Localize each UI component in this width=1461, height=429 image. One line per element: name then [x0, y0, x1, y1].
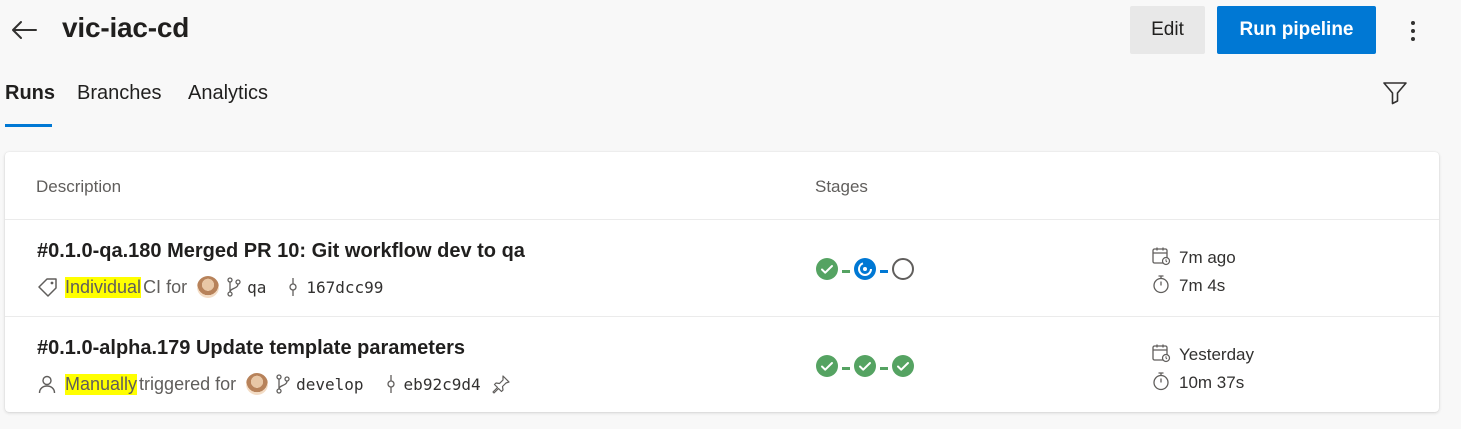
branch-icon [276, 374, 290, 394]
run-meta: Individual CI for qa 167dcc99 [37, 274, 383, 300]
stage-succeeded-icon[interactable] [815, 257, 839, 286]
avatar [197, 276, 220, 298]
branch-name[interactable]: develop [296, 375, 363, 394]
run-when: Yesterday [1179, 345, 1254, 364]
tag-icon [37, 277, 59, 297]
stage-indicators[interactable] [815, 257, 915, 286]
commit-id[interactable]: eb92c9d4 [404, 375, 481, 394]
run-meta: Manually triggered for develop eb92c9d4 [37, 371, 511, 397]
table-row[interactable]: #0.1.0-alpha.179 Update template paramet… [5, 316, 1439, 413]
run-title: #0.1.0-qa.180 Merged PR 10: Git workflow… [37, 240, 525, 262]
filter-icon[interactable] [1380, 78, 1410, 108]
trigger-text: triggered for [139, 373, 237, 394]
calendar-icon [1151, 246, 1179, 271]
branch-icon [227, 277, 241, 297]
trigger-text: CI for [143, 276, 188, 297]
stage-indicators[interactable] [815, 354, 915, 383]
edit-button[interactable]: Edit [1130, 6, 1205, 54]
tab-analytics[interactable]: Analytics [188, 82, 268, 105]
run-duration: 7m 4s [1179, 276, 1226, 295]
trigger-type: Individual [65, 276, 142, 298]
page-title: vic-iac-cd [62, 12, 190, 43]
page-header: vic-iac-cd Edit Run pipeline [0, 0, 1461, 64]
stage-succeeded-icon[interactable] [815, 354, 839, 383]
run-title: #0.1.0-alpha.179 Update template paramet… [37, 337, 465, 359]
tab-branches[interactable]: Branches [77, 82, 162, 105]
column-header-stages: Stages [815, 177, 868, 196]
stage-succeeded-icon[interactable] [853, 354, 877, 383]
stage-running-icon[interactable] [853, 257, 877, 286]
stopwatch-icon [1151, 371, 1179, 396]
avatar [246, 373, 269, 395]
run-duration: 10m 37s [1179, 373, 1245, 392]
more-vertical-icon[interactable] [1396, 16, 1430, 46]
run-when: 7m ago [1179, 248, 1236, 267]
commit-id[interactable]: 167dcc99 [306, 278, 383, 297]
calendar-icon [1151, 343, 1179, 368]
trigger-type: Manually [65, 373, 138, 395]
run-pipeline-button[interactable]: Run pipeline [1217, 6, 1376, 54]
column-header-description: Description [36, 177, 122, 196]
tab-runs[interactable]: Runs [5, 82, 55, 105]
stopwatch-icon [1151, 274, 1179, 299]
stage-succeeded-icon[interactable] [891, 354, 915, 383]
back-arrow-icon[interactable] [8, 14, 40, 46]
pin-icon[interactable] [491, 374, 511, 394]
run-times: Yesterday 10m 37s [1151, 341, 1254, 397]
stage-not-started-icon[interactable] [891, 257, 915, 286]
runs-table: Description Stages #0.1.0-qa.180 Merged … [5, 152, 1439, 412]
active-tab-indicator [5, 124, 52, 127]
person-icon [37, 374, 57, 394]
table-row[interactable]: #0.1.0-qa.180 Merged PR 10: Git workflow… [5, 219, 1439, 316]
commit-icon [386, 374, 396, 394]
commit-icon [288, 277, 298, 297]
branch-name[interactable]: qa [247, 278, 266, 297]
run-times: 7m ago 7m 4s [1151, 244, 1236, 300]
